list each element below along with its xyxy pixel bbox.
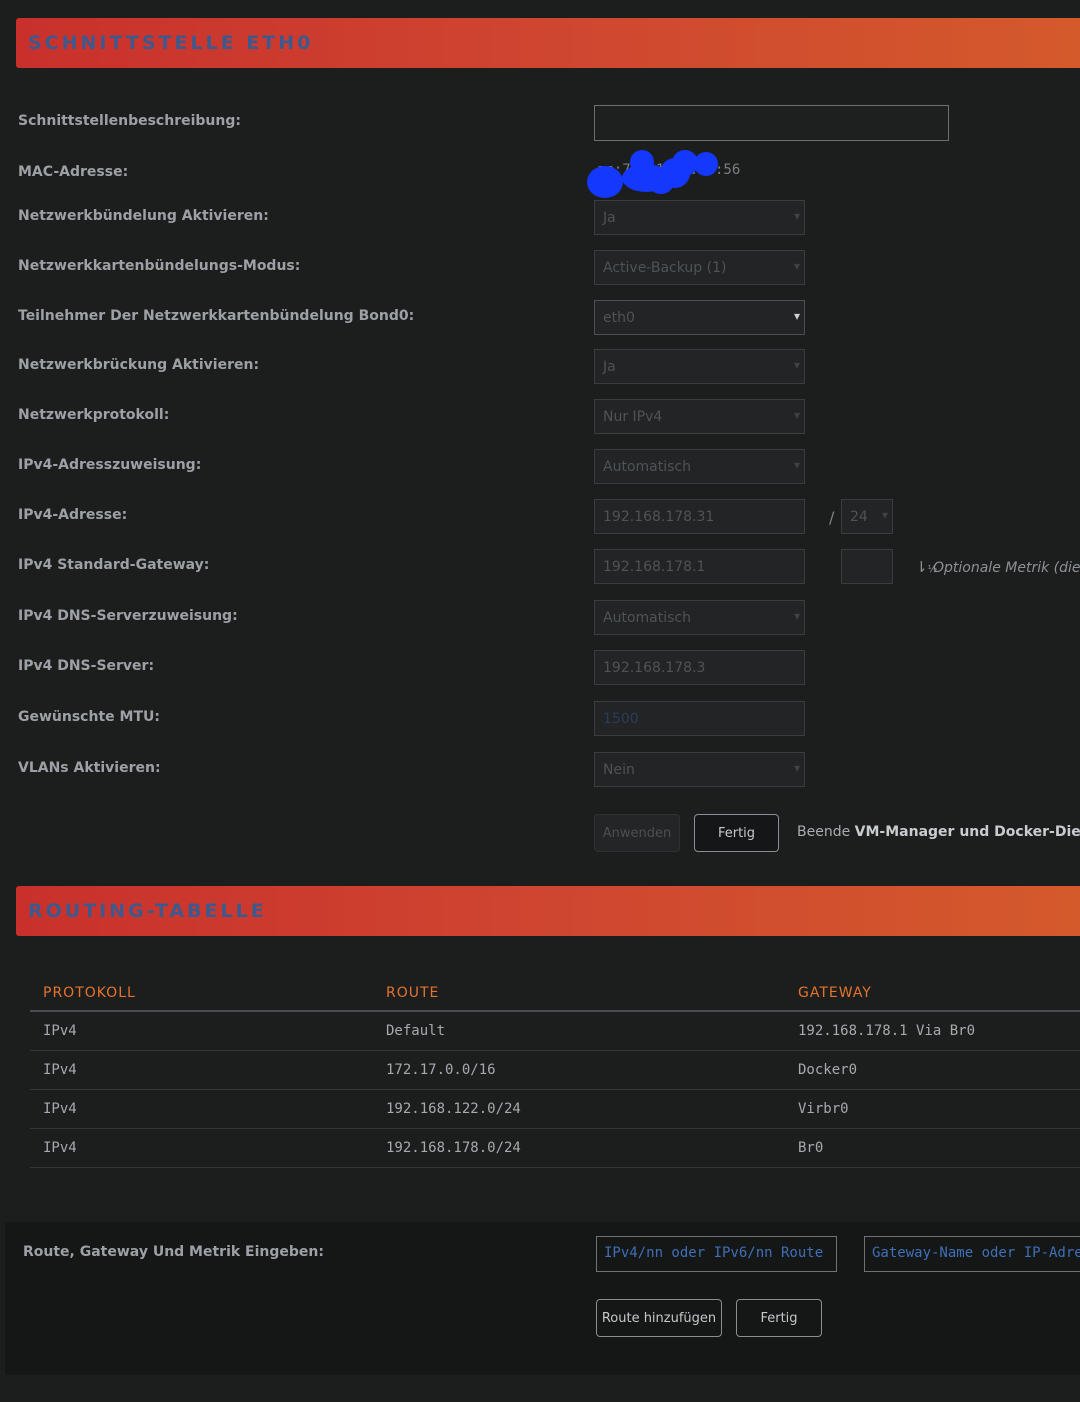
- route-column-header: ROUTE: [373, 975, 785, 1012]
- mtu-label: Gewünschte MTU:: [18, 709, 160, 725]
- gateway-label: IPv4 Standard-Gateway:: [18, 557, 210, 573]
- protocol-label: Netzwerkprotokoll:: [18, 407, 170, 423]
- protocol-column-header: PROTOKOLL: [30, 975, 373, 1012]
- bonding-members-label: Teilnehmer Der Netzwerkkartenbündelung B…: [18, 308, 415, 324]
- routing-title: ROUTING-TABELLE: [28, 900, 267, 922]
- route-done-button[interactable]: Fertig: [736, 1299, 822, 1337]
- row-route: 172.17.0.0/16: [373, 1050, 785, 1090]
- row-route: Default: [373, 1011, 785, 1051]
- done-button[interactable]: Fertig: [694, 814, 779, 852]
- dns-assignment-select[interactable]: Automatisch: [594, 600, 805, 635]
- gateway-input[interactable]: 192.168.178.1: [594, 549, 805, 584]
- bonding-members-select[interactable]: eth0: [594, 300, 805, 335]
- route-input[interactable]: IPv4/nn oder IPv6/nn Route: [596, 1236, 837, 1272]
- ipv4-prefix-select[interactable]: 24: [841, 499, 893, 534]
- vlan-select[interactable]: Nein: [594, 752, 805, 787]
- bonding-enable-select[interactable]: Ja: [594, 200, 805, 235]
- mac-label: MAC-Adresse:: [18, 164, 129, 180]
- row-gateway: 192.168.178.1 Via Br0: [785, 1011, 1080, 1051]
- vlan-label: VLANs Aktivieren:: [18, 760, 161, 776]
- ipv4-address-label: IPv4-Adresse:: [18, 507, 128, 523]
- row-route: 192.168.178.0/24: [373, 1128, 785, 1168]
- dns-server-input[interactable]: 192.168.178.3: [594, 650, 805, 685]
- metric-hint: Optionale Metrik (die k: [933, 560, 1080, 576]
- bonding-enable-label: Netzwerkbündelung Aktivieren:: [18, 208, 269, 224]
- table-row: IPv4 172.17.0.0/16 Docker0: [30, 1050, 1080, 1090]
- protocol-select[interactable]: Nur IPv4: [594, 399, 805, 434]
- description-input[interactable]: [594, 105, 949, 141]
- add-route-button[interactable]: Route hinzufügen: [596, 1299, 722, 1337]
- ipv4-address-input[interactable]: 192.168.178.31: [594, 499, 805, 534]
- bonding-mode-label: Netzwerkkartenbündelungs-Modus:: [18, 258, 301, 274]
- ipv4-assignment-label: IPv4-Adresszuweisung:: [18, 457, 202, 473]
- row-route: 192.168.122.0/24: [373, 1089, 785, 1129]
- table-row: IPv4 Default 192.168.178.1 Via Br0: [30, 1011, 1080, 1051]
- routing-header: ROUTING-TABELLE: [16, 886, 1080, 936]
- gateway-name-input[interactable]: Gateway-Name oder IP-Adresse: [864, 1236, 1080, 1272]
- add-route-label: Route, Gateway Und Metrik Eingeben:: [23, 1244, 324, 1260]
- row-protocol: IPv4: [30, 1011, 373, 1051]
- ipv4-assignment-select[interactable]: Automatisch: [594, 449, 805, 484]
- bridging-enable-label: Netzwerkbrückung Aktivieren:: [18, 357, 260, 373]
- routing-table: PROTOKOLL ROUTE GATEWAY IPv4 Default 192…: [30, 975, 1080, 1168]
- description-label: Schnittstellenbeschreibung:: [18, 113, 241, 129]
- interface-title: SCHNITTSTELLE ETH0: [28, 32, 314, 54]
- stop-services-note: Beende VM-Manager und Docker-Dienst, u: [797, 824, 1080, 840]
- table-row: IPv4 192.168.178.0/24 Br0: [30, 1128, 1080, 1168]
- row-protocol: IPv4: [30, 1050, 373, 1090]
- mtu-input[interactable]: 1500: [594, 701, 805, 736]
- gateway-column-header: GATEWAY: [785, 975, 1080, 1012]
- bridging-enable-select[interactable]: Ja: [594, 349, 805, 384]
- table-row: IPv4 192.168.122.0/24 Virbr0: [30, 1089, 1080, 1129]
- bonding-mode-select[interactable]: Active-Backup (1): [594, 250, 805, 285]
- dns-server-label: IPv4 DNS-Server:: [18, 658, 155, 674]
- interface-header: SCHNITTSTELLE ETH0: [16, 18, 1080, 68]
- prefix-slash: /: [829, 508, 835, 527]
- row-protocol: IPv4: [30, 1128, 373, 1168]
- row-gateway: Br0: [785, 1128, 1080, 1168]
- dns-assignment-label: IPv4 DNS-Serverzuweisung:: [18, 608, 238, 624]
- row-gateway: Virbr0: [785, 1089, 1080, 1129]
- table-header-row: PROTOKOLL ROUTE GATEWAY: [30, 975, 1080, 1012]
- gateway-metric-input[interactable]: [841, 549, 893, 584]
- apply-button[interactable]: Anwenden: [594, 814, 680, 852]
- row-gateway: Docker0: [785, 1050, 1080, 1090]
- row-protocol: IPv4: [30, 1089, 373, 1129]
